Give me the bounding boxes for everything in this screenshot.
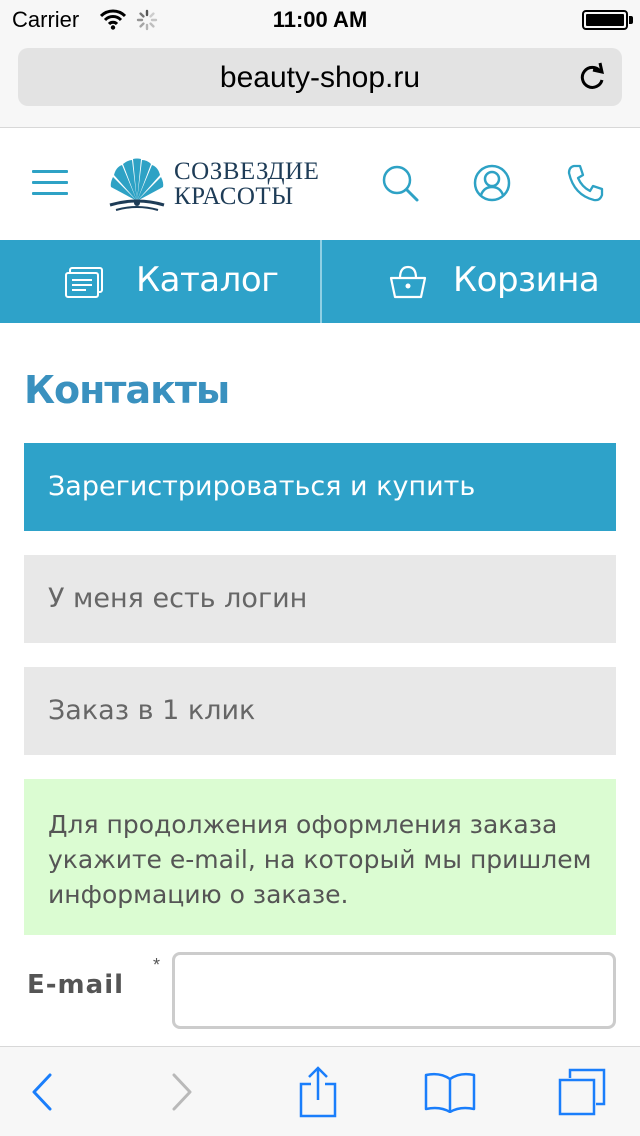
url-text[interactable]: beauty-shop.ru <box>18 61 622 95</box>
status-bar: Carrier 11:00 AM <box>0 0 640 40</box>
site-header: СОЗВЕЗДИЕ КРАСОТЫ <box>0 129 640 240</box>
cart-icon <box>388 264 428 305</box>
main-nav-bar: Каталог Корзина <box>0 240 640 323</box>
tabs-button[interactable] <box>542 1047 622 1136</box>
nav-cart-label: Корзина <box>453 260 600 300</box>
email-notice: Для продолжения оформления заказа укажит… <box>24 779 616 935</box>
logo-text: СОЗВЕЗДИЕ КРАСОТЫ <box>174 159 319 209</box>
forward-icon <box>172 1073 192 1111</box>
nav-catalog-label: Каталог <box>136 260 279 300</box>
required-mark: * <box>153 955 161 975</box>
battery-icon <box>582 10 628 30</box>
site-logo[interactable]: СОЗВЕЗДИЕ КРАСОТЫ <box>106 157 336 213</box>
logo-line2: КРАСОТЫ <box>174 183 294 210</box>
search-icon[interactable] <box>380 163 420 208</box>
forward-button[interactable] <box>142 1047 222 1136</box>
status-time: 11:00 AM <box>272 7 368 32</box>
battery-nub <box>629 16 633 24</box>
nav-cart[interactable]: Корзина <box>322 240 640 323</box>
menu-icon[interactable] <box>32 170 68 198</box>
address-bar[interactable]: beauty-shop.ru <box>18 48 622 106</box>
catalog-icon <box>64 266 104 305</box>
reload-icon[interactable] <box>578 62 606 97</box>
logo-line1: СОЗВЕЗДИЕ <box>174 158 320 185</box>
bookmarks-icon <box>424 1072 476 1113</box>
tabs-icon <box>558 1068 606 1116</box>
browser-toolbar <box>0 1046 640 1136</box>
page-title: Контакты <box>24 368 230 412</box>
bookmarks-button[interactable] <box>410 1047 490 1136</box>
register-and-buy-button[interactable]: Зарегистрироваться и купить <box>24 443 616 531</box>
nav-catalog[interactable]: Каталог <box>0 240 320 323</box>
browser-address-area: beauty-shop.ru <box>0 40 640 128</box>
email-label: E-mail <box>27 970 125 1000</box>
phone-icon[interactable] <box>566 163 604 208</box>
share-icon <box>299 1066 337 1118</box>
back-icon <box>32 1073 52 1111</box>
shell-logo-icon <box>109 158 165 211</box>
have-login-button[interactable]: У меня есть логин <box>24 555 616 643</box>
share-button[interactable] <box>278 1047 358 1136</box>
one-click-order-button[interactable]: Заказ в 1 клик <box>24 667 616 755</box>
email-field[interactable] <box>172 952 616 1029</box>
back-button[interactable] <box>2 1047 82 1136</box>
user-icon[interactable] <box>472 163 512 208</box>
